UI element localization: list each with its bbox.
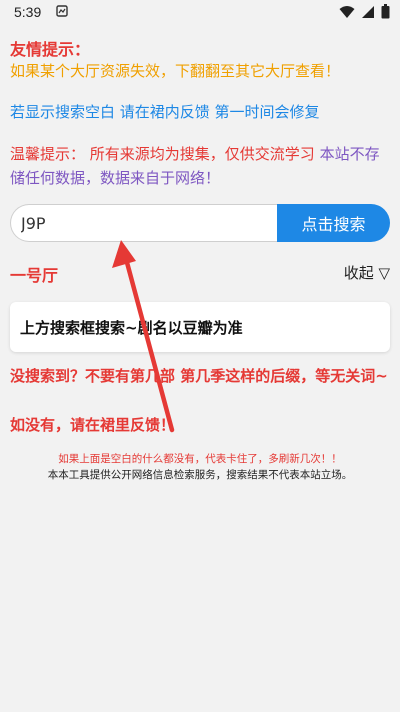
feedback-hint: 如没有，请在裙里反馈！: [10, 416, 176, 434]
wifi-icon: [339, 5, 355, 18]
battery-icon: [381, 4, 390, 19]
signal-icon: [362, 5, 374, 18]
warm-notice-prefix: 温馨提示：: [10, 145, 86, 163]
status-bar: 5:39: [0, 0, 400, 24]
result-card-text: 上方搜索框搜索~剧名以豆瓣为准: [20, 319, 243, 337]
search-button[interactable]: 点击搜索: [277, 204, 390, 242]
refresh-hint: 如果上面是空白的什么都没有，代表卡住了，多刷新几次！！: [58, 453, 342, 465]
collapse-toggle[interactable]: 收起 ▽: [344, 262, 390, 283]
warm-notice: 温馨提示： 所有来源均为搜集，仅供交流学习 本站不存储任何数据，数据来自于网络！: [10, 142, 390, 190]
hall-title: 一号厅: [10, 266, 59, 285]
notice-title: 友情提示：: [10, 40, 91, 59]
warm-notice-source: 所有来源均为搜集，仅供交流学习: [89, 145, 315, 163]
notice-blank-feedback: 若显示搜索空白 请在裙内反馈 第一时间会修复: [10, 103, 320, 121]
notification-icon: [56, 5, 68, 17]
status-time: 5:39: [14, 4, 42, 20]
notice-hall-failure: 如果某个大厅资源失效，下翻翻至其它大厅查看！: [10, 62, 341, 80]
search-bar: 点击搜索: [10, 204, 390, 242]
search-input[interactable]: [10, 204, 278, 242]
disclaimer: 本本工具提供公开网络信息检索服务，搜索结果不代表本站立场。: [47, 469, 353, 481]
result-card[interactable]: 上方搜索框搜索~剧名以豆瓣为准: [10, 302, 390, 352]
no-result-hint: 没搜索到？不要有第几部 第几季这样的后缀，等无关词~: [10, 367, 388, 385]
